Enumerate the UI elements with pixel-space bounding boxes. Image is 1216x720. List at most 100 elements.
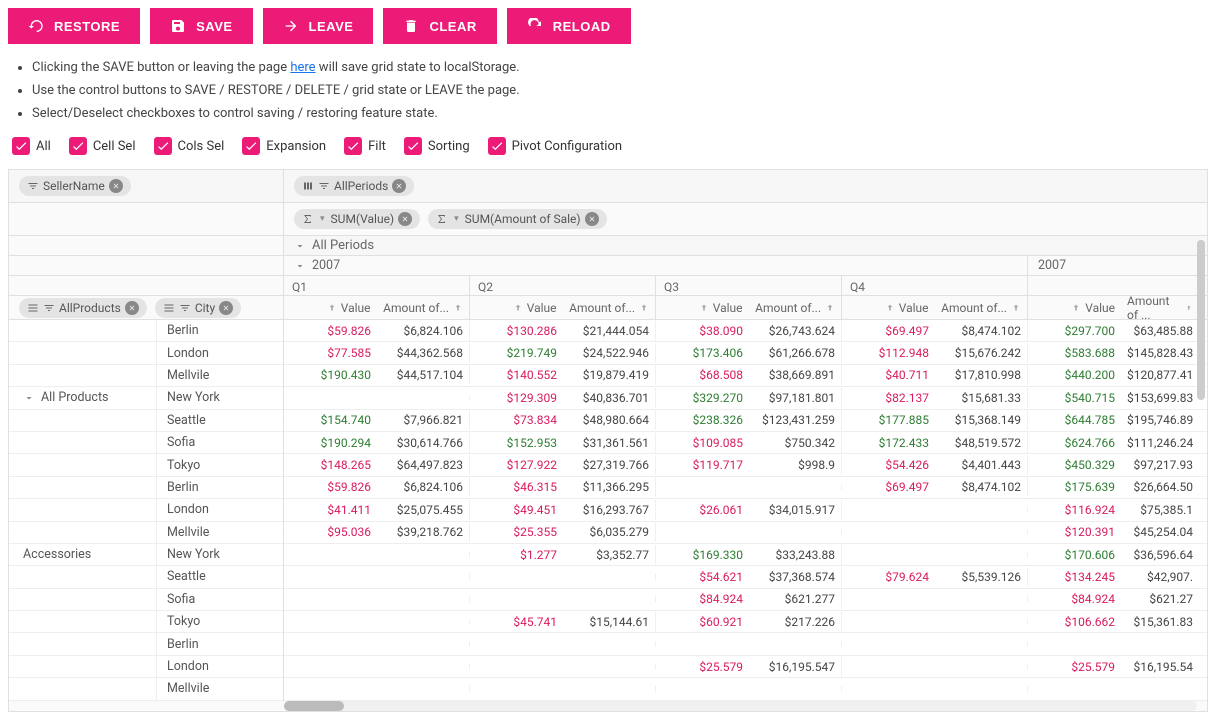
cell-amount[interactable] xyxy=(935,641,1028,647)
vertical-scrollbar[interactable] xyxy=(1195,236,1205,701)
cell-amount[interactable] xyxy=(935,507,1028,513)
cell-value[interactable]: $127.922 xyxy=(470,455,563,475)
cell-amount[interactable]: $44,517.104 xyxy=(377,365,470,385)
cell-amount[interactable]: $61,266.678 xyxy=(749,343,842,363)
product-cell[interactable] xyxy=(9,522,157,543)
cell-value[interactable] xyxy=(470,574,563,580)
checkbox-all[interactable]: All xyxy=(12,137,51,155)
cell-value-total[interactable]: $440.200 xyxy=(1028,365,1121,385)
cell-amount[interactable]: $97,181.801 xyxy=(749,388,842,408)
leave-button[interactable]: LEAVE xyxy=(263,8,374,44)
cell-amount-total[interactable]: $63,485.88 xyxy=(1121,321,1199,341)
city-label[interactable]: Seattle xyxy=(157,566,283,587)
cell-amount[interactable] xyxy=(935,686,1028,692)
cell-amount[interactable]: $3,352.77 xyxy=(563,545,656,565)
cell-value-total[interactable]: $25.579 xyxy=(1028,657,1121,677)
close-icon[interactable] xyxy=(219,301,233,315)
q4-header[interactable]: Q4 xyxy=(842,276,1028,295)
cell-value[interactable]: $154.740 xyxy=(284,410,377,430)
cell-value-total[interactable]: $120.391 xyxy=(1028,522,1121,542)
cell-value-total[interactable]: $540.715 xyxy=(1028,388,1121,408)
product-cell[interactable] xyxy=(9,432,157,453)
checkbox-pivot[interactable]: Pivot Configuration xyxy=(488,137,622,155)
cell-amount-total[interactable]: $621.27 xyxy=(1121,589,1199,609)
city-label[interactable]: London xyxy=(157,342,283,363)
product-cell[interactable]: All Products xyxy=(9,387,157,408)
cell-amount[interactable]: $16,195.547 xyxy=(749,657,842,677)
cell-value[interactable]: $38.090 xyxy=(656,321,749,341)
product-cell[interactable] xyxy=(9,365,157,386)
product-cell[interactable] xyxy=(9,320,157,341)
cell-value[interactable] xyxy=(656,686,749,692)
product-cell[interactable] xyxy=(9,656,157,677)
cell-value[interactable]: $329.270 xyxy=(656,388,749,408)
cell-amount[interactable] xyxy=(563,664,656,670)
cell-value[interactable] xyxy=(470,596,563,602)
product-cell[interactable]: Accessories xyxy=(9,544,157,565)
sort-amount-q4[interactable]: Amount of... xyxy=(935,296,1028,319)
cell-value-total[interactable]: $134.245 xyxy=(1028,567,1121,587)
city-label[interactable]: Seattle xyxy=(157,410,283,431)
cell-value[interactable]: $69.497 xyxy=(842,321,935,341)
cell-amount[interactable]: $30,614.766 xyxy=(377,433,470,453)
save-button[interactable]: SAVE xyxy=(150,8,252,44)
chip-city[interactable]: City xyxy=(155,298,241,318)
cell-amount[interactable]: $123,431.259 xyxy=(749,410,842,430)
cell-amount[interactable] xyxy=(377,395,470,401)
cell-amount[interactable]: $24,522.946 xyxy=(563,343,656,363)
cell-value-total[interactable] xyxy=(1028,686,1121,692)
cell-value[interactable] xyxy=(656,641,749,647)
city-label[interactable]: Mellvile xyxy=(157,365,283,386)
cell-value[interactable]: $54.426 xyxy=(842,455,935,475)
cell-value[interactable]: $79.624 xyxy=(842,567,935,587)
city-label[interactable]: New York xyxy=(157,387,283,408)
cell-value[interactable]: $59.826 xyxy=(284,321,377,341)
cell-amount[interactable]: $26,743.624 xyxy=(749,321,842,341)
cell-value[interactable]: $68.508 xyxy=(656,365,749,385)
product-cell[interactable] xyxy=(9,633,157,654)
here-link[interactable]: here xyxy=(290,60,315,75)
cell-value-total[interactable]: $583.688 xyxy=(1028,343,1121,363)
cell-value[interactable]: $84.924 xyxy=(656,589,749,609)
cell-value[interactable] xyxy=(842,552,935,558)
cell-value[interactable] xyxy=(842,686,935,692)
cell-value[interactable]: $45.741 xyxy=(470,612,563,632)
cell-amount[interactable] xyxy=(563,641,656,647)
cell-amount[interactable] xyxy=(935,552,1028,558)
cell-value-total[interactable]: $644.785 xyxy=(1028,410,1121,430)
q2-header[interactable]: Q2 xyxy=(470,276,656,295)
cell-amount[interactable] xyxy=(377,596,470,602)
close-icon[interactable] xyxy=(585,212,599,226)
city-label[interactable]: Sofia xyxy=(157,589,283,610)
year-2007-expanded[interactable]: 2007 xyxy=(284,256,1027,276)
cell-value[interactable]: $173.406 xyxy=(656,343,749,363)
close-icon[interactable] xyxy=(125,301,139,315)
city-label[interactable]: London xyxy=(157,656,283,677)
cell-amount-total[interactable]: $36,596.64 xyxy=(1121,545,1199,565)
sort-value-q2[interactable]: Value xyxy=(470,296,563,319)
cell-value[interactable] xyxy=(284,395,377,401)
city-label[interactable]: Berlin xyxy=(157,477,283,498)
product-cell[interactable] xyxy=(9,566,157,587)
city-label[interactable]: Mellvile xyxy=(157,522,283,543)
cell-value[interactable]: $112.948 xyxy=(842,343,935,363)
product-cell[interactable] xyxy=(9,611,157,632)
cell-value[interactable] xyxy=(284,686,377,692)
cell-amount[interactable]: $8,474.102 xyxy=(935,477,1028,497)
cell-value[interactable]: $25.355 xyxy=(470,522,563,542)
cell-amount[interactable]: $15,144.61 xyxy=(563,612,656,632)
q3-header[interactable]: Q3 xyxy=(656,276,842,295)
product-cell[interactable] xyxy=(9,342,157,363)
cell-amount[interactable]: $15,676.242 xyxy=(935,343,1028,363)
city-label[interactable]: Tokyo xyxy=(157,454,283,475)
cell-value-total[interactable]: $106.662 xyxy=(1028,612,1121,632)
chip-sum-value[interactable]: ▾ SUM(Value) xyxy=(294,209,420,229)
product-cell[interactable] xyxy=(9,589,157,610)
cell-amount[interactable]: $37,368.574 xyxy=(749,567,842,587)
city-label[interactable]: New York xyxy=(157,544,283,565)
cell-amount-total[interactable]: $75,385.1 xyxy=(1121,500,1199,520)
cell-amount-total[interactable]: $26,664.50 xyxy=(1121,477,1199,497)
cell-amount[interactable] xyxy=(563,596,656,602)
restore-button[interactable]: RESTORE xyxy=(8,8,140,44)
cell-amount[interactable]: $19,879.419 xyxy=(563,365,656,385)
